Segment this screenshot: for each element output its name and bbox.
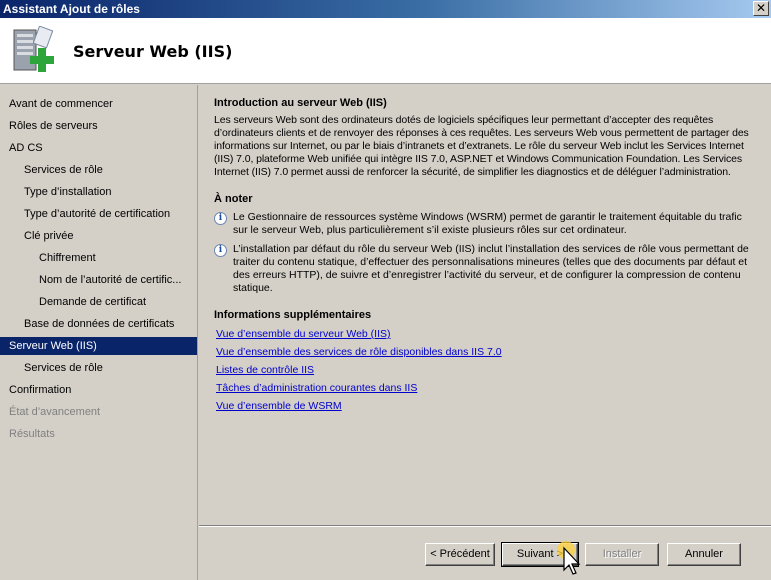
note-text: L’installation par défaut du rôle du ser…: [233, 243, 749, 294]
step-ad-cs[interactable]: AD CS: [0, 139, 197, 157]
info-icon: i: [214, 212, 227, 225]
cancel-button[interactable]: Annuler: [667, 543, 741, 566]
step-roles-de-serveurs[interactable]: Rôles de serveurs: [0, 117, 197, 135]
step-confirmation[interactable]: Confirmation: [0, 381, 197, 399]
step-nom-autorite[interactable]: Nom de l’autorité de certific...: [0, 271, 197, 289]
install-button: Installer: [585, 543, 659, 566]
step-etat-avancement: État d’avancement: [9, 406, 101, 418]
window-title: Assistant Ajout de rôles: [3, 2, 140, 16]
more-info-title: Informations supplémentaires: [214, 309, 372, 321]
step-type-autorite[interactable]: Type d’autorité de certification: [0, 205, 197, 223]
server-add-icon: [13, 26, 54, 72]
note-item: i Le Gestionnaire de ressources système …: [214, 211, 759, 237]
step-services-de-role-iis[interactable]: Services de rôle: [0, 359, 197, 377]
step-avant-de-commencer[interactable]: Avant de commencer: [0, 95, 197, 113]
step-cle-privee[interactable]: Clé privée: [0, 227, 197, 245]
intro-text: Les serveurs Web sont des ordinateurs do…: [214, 114, 749, 178]
step-type-installation[interactable]: Type d’installation: [0, 183, 197, 201]
step-demande-certificat[interactable]: Demande de certificat: [0, 293, 197, 311]
previous-button[interactable]: < Précédent: [425, 543, 495, 566]
step-services-de-role-adcs[interactable]: Services de rôle: [0, 161, 197, 179]
page-title: Serveur Web (IIS): [73, 42, 233, 61]
link-admin-tasks-iis[interactable]: Tâches d’administration courantes dans I…: [214, 379, 759, 397]
step-resultats: Résultats: [9, 428, 55, 440]
wizard-steps-sidebar: Avant de commencer Rôles de serveurs AD …: [0, 85, 198, 580]
note-text: Le Gestionnaire de ressources système Wi…: [233, 211, 742, 236]
wizard-content: Introduction au serveur Web (IIS) Les se…: [199, 85, 771, 525]
intro-title: Introduction au serveur Web (IIS): [214, 97, 387, 109]
close-button[interactable]: ✕: [753, 1, 769, 16]
link-overview-iis[interactable]: Vue d’ensemble du serveur Web (IIS): [214, 325, 759, 343]
link-iis-checklists[interactable]: Listes de contrôle IIS: [214, 361, 759, 379]
window-titlebar: Assistant Ajout de rôles ✕: [0, 0, 771, 18]
footer-separator: [199, 525, 771, 527]
wizard-header: Serveur Web (IIS): [0, 18, 771, 84]
note-item: i L’installation par défaut du rôle du s…: [214, 243, 759, 295]
link-role-services-iis7[interactable]: Vue d’ensemble des services de rôle disp…: [214, 343, 759, 361]
step-serveur-web-iis[interactable]: Serveur Web (IIS): [0, 337, 197, 355]
link-overview-wsrm[interactable]: Vue d’ensemble de WSRM: [214, 397, 759, 415]
step-chiffrement[interactable]: Chiffrement: [0, 249, 197, 267]
info-icon: i: [214, 244, 227, 257]
mouse-cursor-icon: [557, 541, 581, 575]
step-base-de-donnees[interactable]: Base de données de certificats: [0, 315, 197, 333]
notes-title: À noter: [214, 193, 253, 205]
